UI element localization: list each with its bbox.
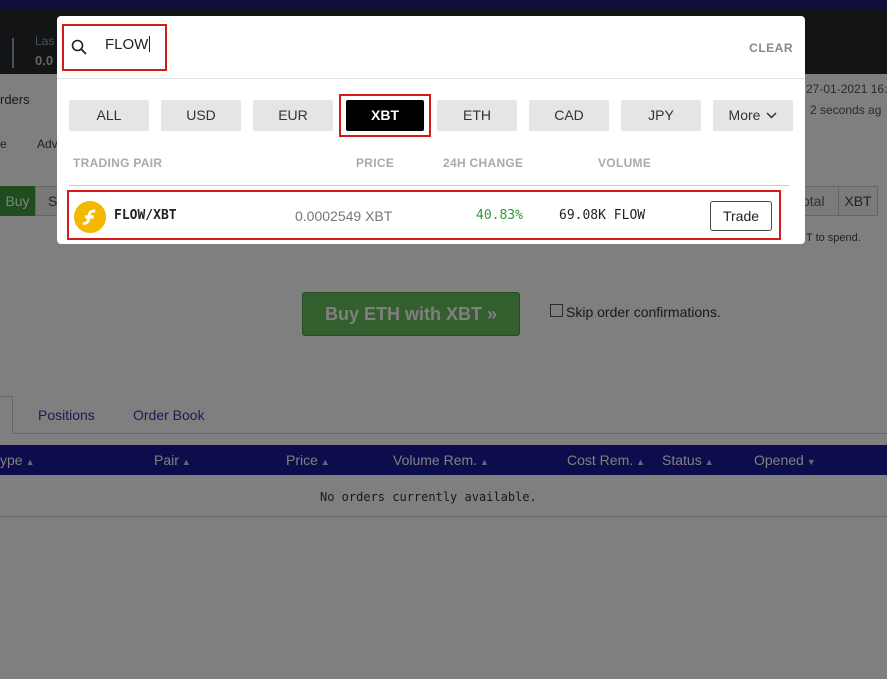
pair-price: 0.0002549 XBT bbox=[295, 208, 393, 224]
filter-all[interactable]: ALL bbox=[69, 100, 149, 131]
more-label: More bbox=[728, 107, 761, 123]
filter-more-dropdown[interactable]: More bbox=[713, 100, 793, 131]
currency-filter-row: ALL USD EUR XBT ETH CAD JPY More bbox=[57, 79, 805, 143]
search-icon bbox=[71, 39, 87, 55]
pair-name: FLOW/XBT bbox=[114, 208, 177, 223]
filter-eth[interactable]: ETH bbox=[437, 100, 517, 131]
search-input[interactable]: FLOW bbox=[105, 36, 151, 53]
filter-xbt[interactable]: XBT bbox=[346, 100, 424, 131]
header-divider bbox=[69, 185, 789, 186]
pair-search-modal: FLOW CLEAR ALL USD EUR XBT ETH CAD JPY M… bbox=[57, 16, 805, 244]
clear-button[interactable]: CLEAR bbox=[749, 41, 793, 55]
result-row-flow-xbt[interactable]: FLOW/XBT 0.0002549 XBT 40.83% 69.08K FLO… bbox=[67, 190, 781, 240]
flow-coin-icon bbox=[74, 201, 106, 233]
header-price: PRICE bbox=[356, 156, 395, 170]
filter-eur[interactable]: EUR bbox=[253, 100, 333, 131]
header-volume: VOLUME bbox=[598, 156, 652, 170]
chevron-down-icon bbox=[766, 112, 777, 119]
filter-cad[interactable]: CAD bbox=[529, 100, 609, 131]
filter-usd[interactable]: USD bbox=[161, 100, 241, 131]
search-row: FLOW CLEAR bbox=[57, 16, 805, 79]
results-header: TRADING PAIR PRICE 24H CHANGE VOLUME bbox=[57, 154, 805, 174]
text-caret bbox=[149, 36, 151, 52]
trade-button[interactable]: Trade bbox=[710, 201, 772, 231]
header-trading-pair: TRADING PAIR bbox=[73, 156, 163, 170]
pair-volume: 69.08K FLOW bbox=[559, 208, 646, 223]
filter-jpy[interactable]: JPY bbox=[621, 100, 701, 131]
pair-24h-change: 40.83% bbox=[476, 208, 523, 223]
header-24h-change: 24H CHANGE bbox=[443, 156, 524, 170]
